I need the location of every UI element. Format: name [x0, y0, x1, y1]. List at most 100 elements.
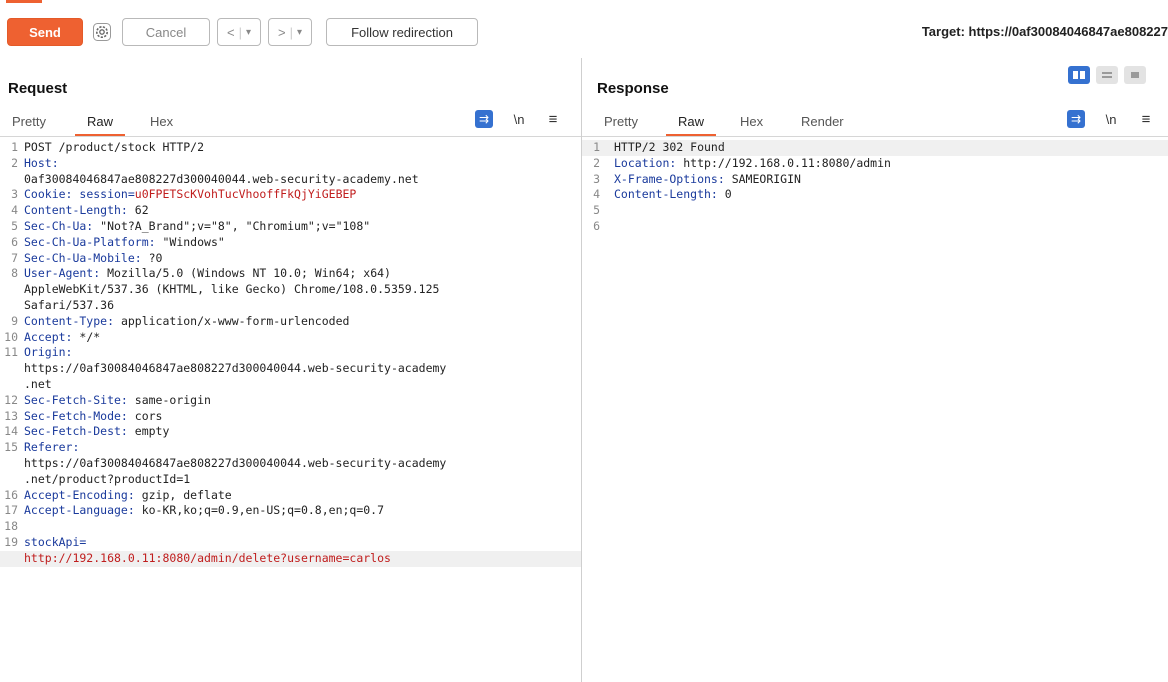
- code-line[interactable]: 2 Host:: [0, 156, 581, 172]
- code-line[interactable]: 9 Content-Type: application/x-www-form-ur…: [0, 314, 581, 330]
- code-line[interactable]: 16 Accept-Encoding: gzip, deflate: [0, 488, 581, 504]
- code-line[interactable]: AppleWebKit/537.36 (KHTML, like Gecko) C…: [0, 282, 581, 298]
- code-line[interactable]: 19 stockApi=: [0, 535, 581, 551]
- header-value: https://0af30084046847ae808227d300040044…: [24, 455, 447, 470]
- menu-icon[interactable]: ≡: [1137, 110, 1155, 128]
- code-line[interactable]: 2 Location: http://192.168.0.11:8080/admi…: [582, 156, 1168, 172]
- code-line[interactable]: .net: [0, 377, 581, 393]
- line-content: Sec-Ch-Ua-Platform: "Windows": [24, 235, 225, 251]
- line-number: 4: [11, 203, 18, 218]
- header-name: Sec-Ch-Ua:: [24, 218, 101, 233]
- line-content: http://192.168.0.11:8080/admin/delete?us…: [24, 551, 391, 567]
- code-line[interactable]: 5 Sec-Ch-Ua: "Not?A_Brand";v="8", "Chromi…: [0, 219, 581, 235]
- code-line[interactable]: https://0af30084046847ae808227d300040044…: [0, 361, 581, 377]
- code-line[interactable]: 12 Sec-Fetch-Site: same-origin: [0, 393, 581, 409]
- code-line[interactable]: 6: [582, 219, 1168, 235]
- line-number: 18: [4, 519, 18, 534]
- code-line[interactable]: 8 User-Agent: Mozilla/5.0 (Windows NT 10.…: [0, 266, 581, 282]
- line-content: Sec-Fetch-Mode: cors: [24, 409, 162, 425]
- code-line[interactable]: 17 Accept-Language: ko-KR,ko;q=0.9,en-US;…: [0, 503, 581, 519]
- tab-raw[interactable]: Raw: [74, 114, 126, 136]
- request-editor[interactable]: 1 POST /product/stock HTTP/2 2 Host: 0af3008…: [0, 140, 581, 567]
- line-number: 6: [11, 234, 18, 249]
- back-button[interactable]: < | ▾: [217, 18, 261, 46]
- layout-stacked-button[interactable]: [1096, 66, 1118, 84]
- header-name: Host:: [24, 155, 59, 170]
- forward-dropdown-icon[interactable]: ▾: [297, 27, 302, 38]
- header-name: Sec-Fetch-Site:: [24, 392, 135, 407]
- code-line[interactable]: Safari/537.36: [0, 298, 581, 314]
- header-value: POST /product/stock HTTP/2: [24, 140, 205, 154]
- response-editor[interactable]: 1 HTTP/2 302 Found 2 Location: http://192.1…: [582, 140, 1168, 235]
- header-name: Accept-Encoding:: [24, 487, 142, 502]
- follow-redirection-button[interactable]: Follow redirection: [326, 18, 478, 46]
- line-number: 1: [11, 140, 18, 154]
- line-content: Content-Length: 0: [614, 187, 732, 203]
- back-dropdown-icon[interactable]: ▾: [246, 27, 251, 38]
- wrap-lines-icon[interactable]: ⇉: [475, 110, 493, 128]
- tab-hex[interactable]: Hex: [150, 114, 173, 129]
- header-value: "Windows": [162, 234, 225, 249]
- send-button[interactable]: Send: [7, 18, 83, 46]
- header-value: same-origin: [134, 392, 211, 407]
- code-line[interactable]: 15 Referer:: [0, 440, 581, 456]
- code-line[interactable]: 3 X-Frame-Options: SAMEORIGIN: [582, 172, 1168, 188]
- target-label[interactable]: Target: https://0af30084046847ae808227: [922, 24, 1168, 39]
- layout-side-by-side-button[interactable]: [1068, 66, 1090, 84]
- tab-raw[interactable]: Raw: [665, 114, 717, 136]
- show-newlines-icon[interactable]: \n: [1102, 110, 1120, 128]
- code-line[interactable]: 7 Sec-Ch-Ua-Mobile: ?0: [0, 251, 581, 267]
- line-number: 10: [4, 329, 18, 344]
- line-number: 2: [11, 155, 18, 170]
- code-line[interactable]: http://192.168.0.11:8080/admin/delete?us…: [0, 550, 581, 567]
- header-value: cors: [134, 408, 163, 423]
- layout-tabs-button[interactable]: [1124, 66, 1146, 84]
- wrap-lines-icon[interactable]: ⇉: [1067, 110, 1085, 128]
- show-newlines-icon[interactable]: \n: [510, 110, 528, 128]
- code-line[interactable]: 4 Content-Length: 0: [582, 187, 1168, 203]
- layout-toggle: [1068, 66, 1146, 84]
- rows-icon: [1102, 72, 1112, 78]
- code-line[interactable]: 14 Sec-Fetch-Dest: empty: [0, 424, 581, 440]
- code-line[interactable]: 0af30084046847ae808227d300040044.web-sec…: [0, 172, 581, 188]
- cancel-button[interactable]: Cancel: [122, 18, 210, 46]
- menu-icon[interactable]: ≡: [544, 110, 562, 128]
- header-name: stockApi=: [24, 534, 87, 549]
- tab-pretty[interactable]: Pretty: [604, 114, 638, 129]
- header-value: ko-KR,ko;q=0.9,en-US;q=0.8,en;q=0.7: [141, 503, 385, 518]
- line-content: Safari/537.36: [24, 298, 114, 314]
- line-content: HTTP/2 302 Found: [614, 140, 725, 156]
- code-line[interactable]: 6 Sec-Ch-Ua-Platform: "Windows": [0, 235, 581, 251]
- settings-button[interactable]: [89, 18, 115, 46]
- code-line[interactable]: 5: [582, 203, 1168, 219]
- line-content: Accept-Language: ko-KR,ko;q=0.9,en-US;q=…: [24, 503, 384, 519]
- header-value: 0af30084046847ae808227d300040044.web-sec…: [24, 171, 419, 186]
- response-tabs: Pretty Raw Hex Render ⇉ \n ≡: [582, 106, 1168, 137]
- code-line[interactable]: 4 Content-Length: 62: [0, 203, 581, 219]
- tab-pretty[interactable]: Pretty: [12, 114, 46, 129]
- code-line[interactable]: 18: [0, 519, 581, 535]
- header-name: session=: [79, 187, 135, 202]
- code-line[interactable]: 13 Sec-Fetch-Mode: cors: [0, 409, 581, 425]
- code-line[interactable]: 3 Cookie: session=u0FPETScKVohTucVhooffFk…: [0, 187, 581, 203]
- code-line[interactable]: .net/product?productId=1: [0, 472, 581, 488]
- line-content: Content-Length: 62: [24, 203, 149, 219]
- tabs-icon: [1131, 72, 1139, 78]
- code-line[interactable]: 10 Accept: */*: [0, 330, 581, 346]
- tab-render[interactable]: Render: [801, 114, 844, 129]
- line-content: Sec-Ch-Ua: "Not?A_Brand";v="8", "Chromiu…: [24, 219, 370, 235]
- code-line[interactable]: 11 Origin:: [0, 345, 581, 361]
- top-strip: [0, 0, 1168, 8]
- header-name: Sec-Ch-Ua-Platform:: [24, 234, 163, 249]
- header-value: u0FPETScKVohTucVhooffFkQjYiGEBEP: [134, 187, 357, 202]
- code-line[interactable]: 1 HTTP/2 302 Found: [582, 140, 1168, 156]
- header-name: Sec-Fetch-Mode:: [24, 408, 135, 423]
- line-content: Cookie: session=u0FPETScKVohTucVhooffFkQ…: [24, 187, 356, 203]
- code-line[interactable]: https://0af30084046847ae808227d300040044…: [0, 456, 581, 472]
- code-line[interactable]: 1 POST /product/stock HTTP/2: [0, 140, 581, 156]
- header-value: AppleWebKit/537.36 (KHTML, like Gecko) C…: [24, 282, 440, 297]
- header-value: .net/product?productId=1: [24, 471, 191, 486]
- line-number: 13: [4, 408, 18, 423]
- forward-button[interactable]: > | ▾: [268, 18, 312, 46]
- tab-hex[interactable]: Hex: [740, 114, 763, 129]
